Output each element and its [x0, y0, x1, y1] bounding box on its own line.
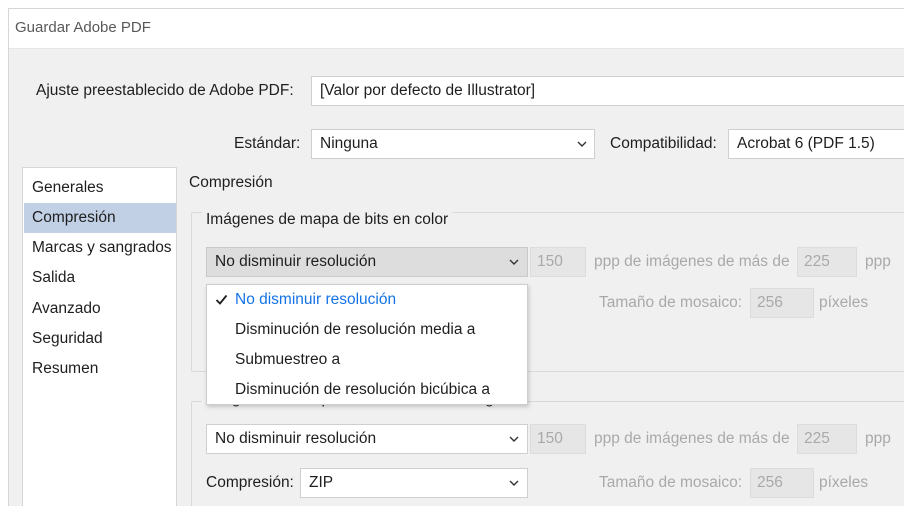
- sidebar-item-salida[interactable]: Salida: [24, 263, 176, 293]
- gray-compression-label: Compresión:: [206, 474, 294, 491]
- dialog-window: Guardar Adobe PDF Ajuste preestablecido …: [8, 8, 904, 506]
- gray-tile-value: 256: [757, 474, 783, 491]
- gray-ppi-label: ppp de imágenes de más de: [594, 430, 790, 447]
- window-title: Guardar Adobe PDF: [15, 19, 151, 36]
- chevron-down-icon: [509, 259, 519, 265]
- color-ppp-unit: ppp: [865, 253, 891, 270]
- standard-label: Estándar:: [234, 135, 301, 152]
- color-tile-value: 256: [757, 294, 783, 311]
- gray-above-value: 225: [804, 430, 830, 447]
- color-tile-unit: píxeles: [819, 294, 869, 311]
- dropdown-option-label: No disminuir resolución: [235, 291, 397, 308]
- downsample-dropdown-menu: No disminuir resolución Disminución de r…: [206, 284, 528, 405]
- dropdown-option-subsampling[interactable]: Submuestreo a: [207, 345, 527, 375]
- gray-ppp-unit: ppp: [865, 430, 891, 447]
- dropdown-option-average[interactable]: Disminución de resolución media a: [207, 315, 527, 345]
- sidebar-item-resumen[interactable]: Resumen: [24, 354, 176, 384]
- preset-label: Ajuste preestablecido de Adobe PDF:: [36, 82, 294, 99]
- sidebar-item-seguridad[interactable]: Seguridad: [24, 324, 176, 354]
- color-tile-label: Tamaño de mosaico:: [599, 294, 743, 311]
- standard-value: Ninguna: [320, 135, 378, 152]
- color-ppi-value: 150: [537, 253, 563, 270]
- sidebar-item-compresion[interactable]: Compresión: [24, 203, 176, 233]
- category-sidebar: Generales Compresión Marcas y sangrados …: [22, 167, 177, 506]
- chevron-down-icon: [509, 436, 519, 442]
- gray-ppi-value: 150: [537, 430, 563, 447]
- compatibility-label: Compatibilidad:: [610, 135, 717, 152]
- section-title: Compresión: [189, 174, 273, 191]
- color-above-value: 225: [804, 253, 830, 270]
- dropdown-option-bicubic[interactable]: Disminución de resolución bicúbica a: [207, 375, 527, 405]
- chevron-down-icon: [509, 480, 519, 486]
- color-group-legend: Imágenes de mapa de bits en color: [202, 211, 453, 229]
- dropdown-option-label: Submuestreo a: [235, 351, 341, 368]
- gray-compression-select[interactable]: ZIP: [300, 468, 528, 498]
- sidebar-item-avanzado[interactable]: Avanzado: [24, 294, 176, 324]
- sidebar-item-generales[interactable]: Generales: [24, 173, 176, 203]
- gray-downsample-value: No disminuir resolución: [215, 430, 377, 447]
- preset-value: [Valor por defecto de Illustrator]: [320, 82, 536, 99]
- gray-downsample-select[interactable]: No disminuir resolución: [206, 424, 528, 454]
- preset-field[interactable]: [Valor por defecto de Illustrator]: [311, 76, 904, 106]
- dropdown-option-no-downsample[interactable]: No disminuir resolución: [207, 285, 527, 315]
- sidebar-item-marcas[interactable]: Marcas y sangrados: [24, 233, 176, 263]
- standard-select[interactable]: Ninguna: [311, 129, 595, 159]
- title-bar: Guardar Adobe PDF: [9, 9, 904, 49]
- dropdown-option-label: Disminución de resolución bicúbica a: [235, 381, 491, 398]
- gray-compression-value: ZIP: [309, 474, 334, 491]
- gray-above-input[interactable]: 225: [797, 424, 857, 454]
- color-downsample-value: No disminuir resolución: [215, 253, 377, 270]
- gray-tile-label: Tamaño de mosaico:: [599, 474, 743, 491]
- gray-tile-input[interactable]: 256: [750, 468, 814, 498]
- color-tile-input[interactable]: 256: [750, 288, 814, 318]
- gray-ppi-input[interactable]: 150: [530, 424, 586, 454]
- chevron-down-icon: [577, 141, 587, 147]
- compatibility-value: Acrobat 6 (PDF 1.5): [737, 135, 875, 152]
- compatibility-select[interactable]: Acrobat 6 (PDF 1.5): [728, 129, 904, 159]
- color-ppi-input[interactable]: 150: [530, 247, 586, 277]
- color-ppi-label: ppp de imágenes de más de: [594, 253, 790, 270]
- gray-tile-unit: píxeles: [819, 474, 869, 491]
- checkmark-icon: [215, 294, 228, 305]
- dropdown-option-label: Disminución de resolución media a: [235, 321, 476, 338]
- color-downsample-select[interactable]: No disminuir resolución: [206, 247, 528, 277]
- color-above-input[interactable]: 225: [797, 247, 857, 277]
